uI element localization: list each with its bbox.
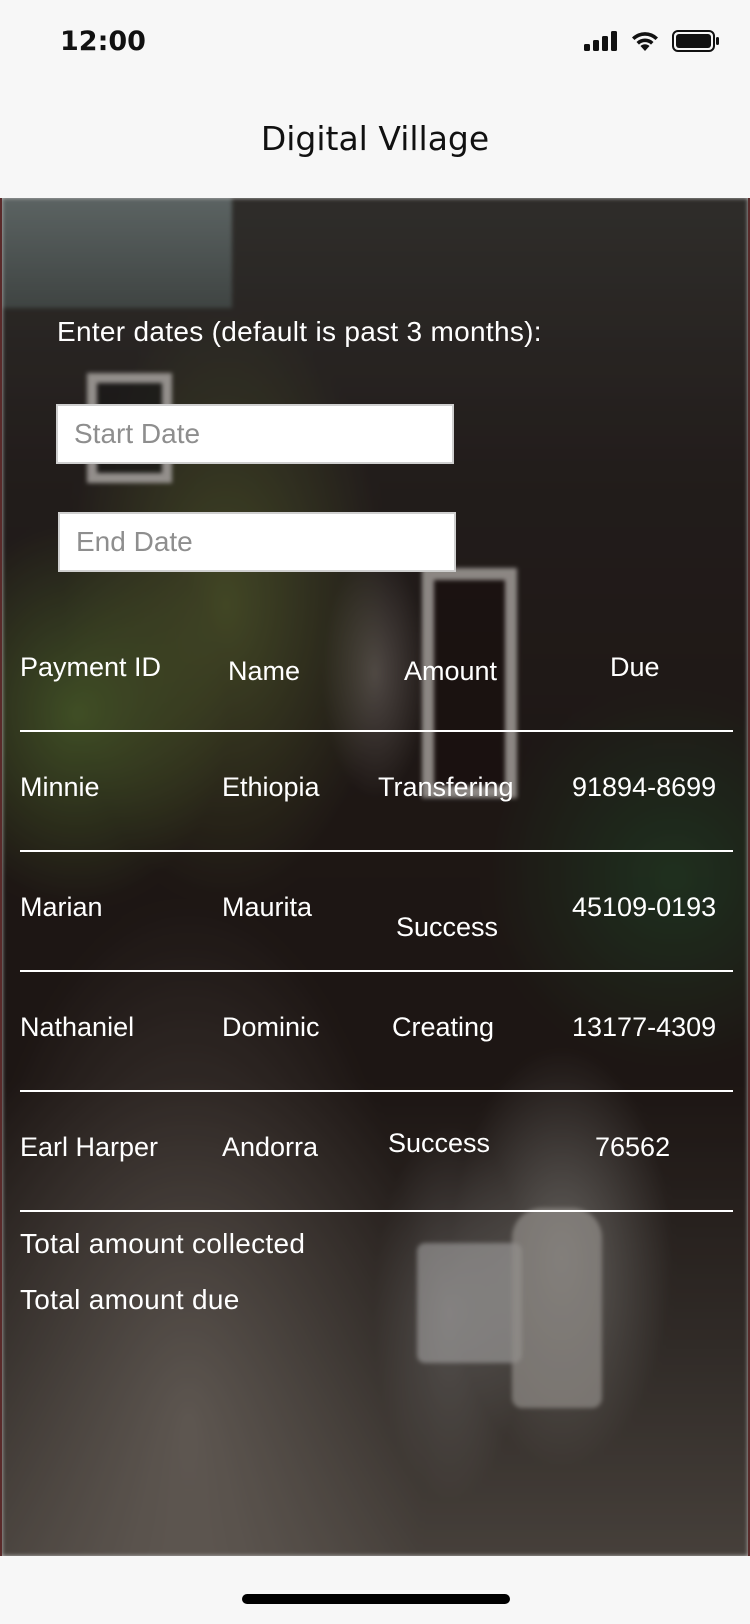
signal-icon <box>584 31 617 51</box>
battery-icon <box>672 30 719 52</box>
status-icons <box>584 30 720 52</box>
payments-table: Payment ID Name Amount Due Minnie Ethiop… <box>20 618 733 1212</box>
cell-name: Dominic <box>222 1012 320 1042</box>
cell-due: 91894-8699 <box>572 772 717 802</box>
cell-name: Ethiopia <box>222 772 320 802</box>
start-date-input[interactable] <box>56 404 454 464</box>
table-row: Nathaniel Dominic Creating 13177-4309 <box>20 972 733 1092</box>
page-title: Digital Village <box>260 118 490 158</box>
cell-name: Maurita <box>222 892 313 922</box>
cell-due: 13177-4309 <box>572 1012 717 1042</box>
cell-payment-id: Nathaniel <box>20 1012 135 1042</box>
column-header-name: Name <box>228 656 301 686</box>
column-header-payment-id: Payment ID <box>20 652 162 682</box>
totals-section: Total amount collected Total amount due <box>20 1228 305 1340</box>
cell-name: Andorra <box>222 1132 319 1162</box>
cell-amount: Creating <box>392 1012 495 1042</box>
cell-payment-id: Minnie <box>20 772 100 802</box>
date-prompt: Enter dates (default is past 3 months): <box>57 316 542 347</box>
total-collected-label: Total amount collected <box>20 1228 306 1259</box>
cell-payment-id: Earl Harper <box>20 1132 159 1162</box>
home-indicator[interactable] <box>242 1594 510 1604</box>
cell-payment-id: Marian <box>20 892 103 922</box>
status-time: 12:00 <box>60 26 146 57</box>
main-content: Enter dates (default is past 3 months): … <box>0 198 750 1556</box>
cell-due: 76562 <box>595 1132 671 1162</box>
cell-due: 45109-0193 <box>572 892 717 922</box>
column-header-due: Due <box>610 652 660 682</box>
table-row: Earl Harper Andorra Success 76562 <box>20 1092 733 1212</box>
cell-amount: Success <box>388 1128 491 1158</box>
cell-amount: Transfering <box>378 772 514 802</box>
table-row: Minnie Ethiopia Transfering 91894-8699 <box>20 732 733 852</box>
end-date-input[interactable] <box>58 512 456 572</box>
cell-amount: Success <box>396 912 499 942</box>
table-row: Marian Maurita Success 45109-0193 <box>20 852 733 972</box>
table-header: Payment ID Name Amount Due <box>20 618 733 732</box>
wifi-icon <box>632 32 658 51</box>
nav-bar: Digital Village <box>0 90 750 198</box>
total-due-label: Total amount due <box>20 1284 240 1315</box>
column-header-amount: Amount <box>404 656 498 686</box>
home-indicator-area <box>0 1556 750 1624</box>
app-screen: 12:00 Digital Village Enter dates (defau… <box>0 0 750 1624</box>
status-bar: 12:00 <box>0 0 750 90</box>
